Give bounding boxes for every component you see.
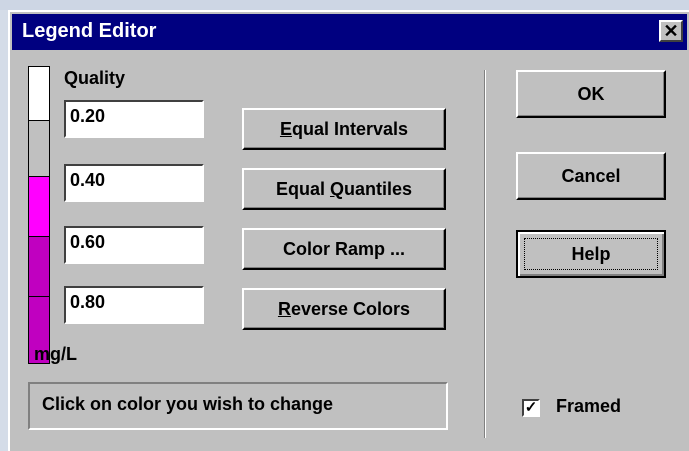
cancel-label: Cancel (561, 165, 621, 186)
equal-intervals-button[interactable]: Equal Intervals (242, 108, 446, 150)
ok-label: OK (577, 83, 605, 104)
interval-input-4[interactable]: 0.80 (64, 286, 204, 324)
equal-quantiles-label-pre: Equal (275, 178, 330, 199)
equal-quantiles-label: uantiles (344, 178, 413, 199)
ok-button[interactable]: OK (516, 70, 666, 118)
equal-intervals-mnemonic: E (279, 118, 292, 139)
equal-quantiles-mnemonic: Q (329, 178, 344, 199)
help-button[interactable]: Help (516, 230, 666, 278)
color-ramp-label: Color Ramp ... (282, 238, 405, 259)
close-icon: ✕ (663, 21, 679, 41)
framed-checkbox[interactable]: ✓ (522, 399, 540, 417)
color-swatch-3[interactable] (29, 177, 49, 237)
equal-quantiles-button[interactable]: Equal Quantiles (242, 168, 446, 210)
status-message: Click on color you wish to change (28, 382, 448, 430)
reverse-colors-mnemonic: R (277, 298, 291, 319)
reverse-colors-label: everse Colors (290, 298, 411, 319)
color-swatch-1[interactable] (29, 67, 49, 121)
checkmark-icon: ✓ (524, 399, 538, 416)
vertical-divider (484, 70, 486, 438)
interval-input-3[interactable]: 0.60 (64, 226, 204, 264)
equal-intervals-label: qual Intervals (291, 118, 409, 139)
help-label: Help (571, 243, 611, 264)
reverse-colors-button[interactable]: Reverse Colors (242, 288, 446, 330)
color-ramp-button[interactable]: Color Ramp ... (242, 228, 446, 270)
interval-input-2[interactable]: 0.40 (64, 164, 204, 202)
title-bar[interactable]: Legend Editor ✕ (12, 14, 687, 50)
color-swatch-4[interactable] (29, 237, 49, 297)
legend-color-bar (28, 66, 50, 364)
close-button[interactable]: ✕ (659, 20, 683, 42)
cancel-button[interactable]: Cancel (516, 152, 666, 200)
color-swatch-2[interactable] (29, 121, 49, 177)
legend-editor-dialog: Legend Editor ✕ Quality 0.20 0.40 0.60 0… (8, 10, 689, 451)
legend-title-label: Quality (64, 68, 126, 88)
window-title: Legend Editor (22, 20, 157, 42)
units-label: mg/L (34, 344, 77, 364)
desktop-background (0, 0, 689, 10)
framed-label: Framed (556, 396, 622, 416)
interval-input-1[interactable]: 0.20 (64, 100, 204, 138)
